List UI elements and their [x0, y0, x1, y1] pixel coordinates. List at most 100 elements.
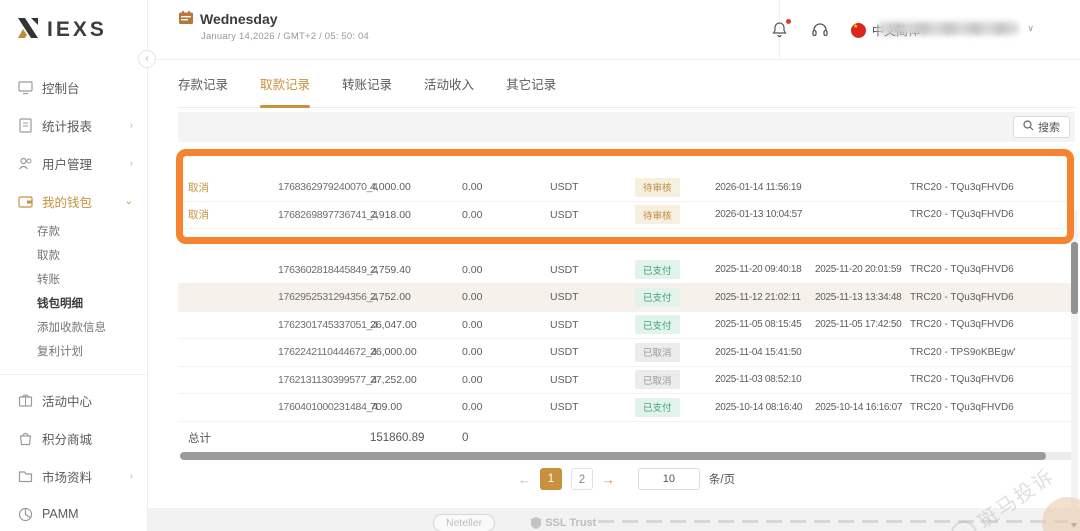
page-size-input[interactable] — [638, 468, 700, 490]
support-headset-icon[interactable] — [811, 21, 829, 39]
sidebar-subitem-compound-plan[interactable]: 复利计划 — [0, 340, 147, 364]
brand-logo-text: IEXS — [47, 18, 107, 42]
tab-other-records[interactable]: 其它记录 — [506, 74, 556, 95]
apply-time-cell: 2026-01-14 11:56:19 — [715, 182, 815, 193]
market-data-icon — [18, 469, 33, 484]
cancel-order-link[interactable]: 取消 — [188, 209, 209, 221]
sidebar-item-label: 我的钱包 — [42, 192, 92, 211]
page-button-2[interactable]: 2 — [571, 468, 593, 490]
vertical-scrollbar[interactable] — [1071, 210, 1078, 520]
sidebar-subitem-add-payment-info[interactable]: 添加收款信息 — [0, 316, 147, 340]
amount-cell: 26,000.00 — [370, 346, 462, 358]
table-row[interactable]: 1760401000231484_4 709.00 0.00 USDT 已支付 … — [178, 394, 1075, 422]
main-content: 存款记录 取款记录 转账记录 活动收入 其它记录 搜索 取消 176836297… — [148, 60, 1080, 531]
sidebar-item-label: 活动中心 — [42, 391, 92, 410]
sidebar-item-my-wallet[interactable]: 我的钱包 ⌄ — [0, 182, 147, 220]
report-icon — [18, 118, 33, 133]
sidebar-subitem-withdraw[interactable]: 取款 — [0, 244, 147, 268]
currency-cell: USDT — [550, 181, 635, 193]
tab-withdrawal-records[interactable]: 取款记录 — [260, 74, 310, 95]
tab-deposit-records[interactable]: 存款记录 — [178, 74, 228, 95]
status-badge: 已取消 — [635, 343, 680, 362]
brand-logo[interactable]: IEXS — [0, 0, 147, 60]
amount-cell: 2,752.00 — [370, 291, 462, 303]
sidebar-item-users[interactable]: 用户管理 › — [0, 144, 147, 182]
fee-cell: 0.00 — [462, 181, 550, 193]
chevron-right-icon: › — [130, 120, 133, 131]
notification-badge — [786, 19, 791, 24]
apply-time-cell: 2025-11-20 09:40:18 — [715, 264, 815, 275]
total-amount: 151860.89 — [370, 432, 462, 444]
cancel-order-link[interactable]: 取消 — [188, 182, 209, 194]
horizontal-scrollbar-thumb[interactable] — [180, 452, 1046, 460]
page-size-unit: 条/页 — [709, 471, 735, 487]
currency-cell: USDT — [550, 319, 635, 331]
amount-cell: 26,047.00 — [370, 319, 462, 331]
weekday-label: Wednesday — [200, 11, 278, 27]
tab-activity-income[interactable]: 活动收入 — [424, 74, 474, 95]
sidebar-subitem-deposit[interactable]: 存款 — [0, 220, 147, 244]
table-row[interactable]: 1762301745337051_4 26,047.00 0.00 USDT 已… — [178, 312, 1075, 340]
sidebar-item-label: PAMM — [42, 507, 79, 521]
status-badge: 待审核 — [635, 205, 680, 224]
vertical-scrollbar-thumb[interactable] — [1071, 242, 1078, 314]
currency-cell: USDT — [550, 264, 635, 276]
address-cell: TRC20 - TQu3qFHVD6 — [910, 264, 1075, 275]
sidebar: IEXS ‹ 控制台 统计报表 › 用户管理 › 我的钱包 ⌄ — [0, 0, 148, 531]
tab-transfer-records[interactable]: 转账记录 — [342, 74, 392, 95]
sidebar-item-pamm[interactable]: PAMM — [0, 495, 147, 531]
table-total-row: 总计 151860.89 0 — [178, 422, 1075, 454]
sidebar-item-reports[interactable]: 统计报表 › — [0, 106, 147, 144]
table-row[interactable]: 1763602818445849_4 2,759.40 0.00 USDT 已支… — [178, 257, 1075, 285]
sidebar-item-points-mall[interactable]: 积分商城 — [0, 419, 147, 457]
apply-time-cell: 2025-11-03 08:52:10 — [715, 374, 815, 385]
china-flag-icon — [851, 23, 866, 38]
currency-cell: USDT — [550, 346, 635, 358]
apply-time-cell: 2026-01-13 10:04:57 — [715, 209, 815, 220]
currency-cell: USDT — [550, 401, 635, 413]
notification-bell-icon[interactable] — [771, 21, 789, 39]
total-fee: 0 — [462, 432, 550, 444]
date-block: Wednesday January 14,2026 / GMT+2 / 05: … — [178, 10, 369, 42]
apply-time-cell: 2025-11-12 21:02:11 — [715, 292, 815, 303]
sidebar-item-market-data[interactable]: 市场资料 › — [0, 457, 147, 495]
order-id-cell: 1768269897736741_4 — [278, 209, 370, 221]
wallet-icon — [18, 194, 33, 209]
sidebar-collapse-button[interactable]: ‹ — [138, 50, 156, 68]
fee-cell: 0.00 — [462, 209, 550, 221]
order-id-cell: 1762242110444672_4 — [278, 346, 370, 358]
status-badge: 已支付 — [635, 260, 680, 279]
search-button[interactable]: 搜索 — [1013, 116, 1070, 138]
wallet-submenu: 存款 取款 转账 钱包明细 添加收款信息 复利计划 — [0, 220, 147, 368]
sidebar-item-console[interactable]: 控制台 — [0, 68, 147, 106]
horizontal-scrollbar[interactable] — [180, 452, 1073, 460]
status-badge: 已取消 — [635, 370, 680, 389]
page-button-1[interactable]: 1 — [540, 468, 562, 490]
address-cell: TRC20 - TQu3qFHVD6 — [910, 319, 1075, 330]
order-id-cell: 1762131130399577_4 — [278, 374, 370, 386]
apply-time-cell: 2025-11-04 15:41:50 — [715, 347, 815, 358]
sidebar-subitem-transfer[interactable]: 转账 — [0, 268, 147, 292]
footer-strip: Neteller SSL Trust — [148, 508, 1080, 531]
table-row[interactable]: 1762242110444672_4 26,000.00 0.00 USDT 已… — [178, 339, 1075, 367]
apply-time-cell: 2025-11-05 08:15:45 — [715, 319, 815, 330]
user-account-menu[interactable]: ∨ — [877, 22, 1034, 35]
address-cell: TRC20 - TQu3qFHVD6 — [910, 292, 1075, 303]
amount-cell: 4,000.00 — [370, 181, 462, 193]
fee-cell: 0.00 — [462, 374, 550, 386]
sidebar-item-label: 统计报表 — [42, 116, 92, 135]
next-page-arrow[interactable]: → — [602, 472, 615, 487]
table-row[interactable]: 1762952531294356_4 2,752.00 0.00 USDT 已支… — [178, 284, 1075, 312]
table-row[interactable]: 取消 1768269897736741_4 2,918.00 0.00 USDT… — [178, 202, 1075, 230]
withdrawal-table: 取消 1768362979240070_4 4,000.00 0.00 USDT… — [178, 146, 1075, 454]
previous-page-arrow[interactable]: ← — [518, 472, 531, 487]
sidebar-subitem-wallet-details[interactable]: 钱包明细 — [0, 292, 147, 316]
chevron-right-icon: › — [130, 471, 133, 482]
table-row[interactable]: 1762131130399577_4 27,252.00 0.00 USDT 已… — [178, 367, 1075, 395]
order-id-cell: 1762301745337051_4 — [278, 319, 370, 331]
sidebar-item-activity-center[interactable]: 活动中心 — [0, 381, 147, 419]
table-row[interactable]: 取消 1768362979240070_4 4,000.00 0.00 USDT… — [178, 174, 1075, 202]
order-id-cell: 1768362979240070_4 — [278, 181, 370, 193]
sidebar-nav: 控制台 统计报表 › 用户管理 › 我的钱包 ⌄ 存款 取款 转账 钱包明 — [0, 60, 147, 531]
amount-cell: 2,759.40 — [370, 264, 462, 276]
